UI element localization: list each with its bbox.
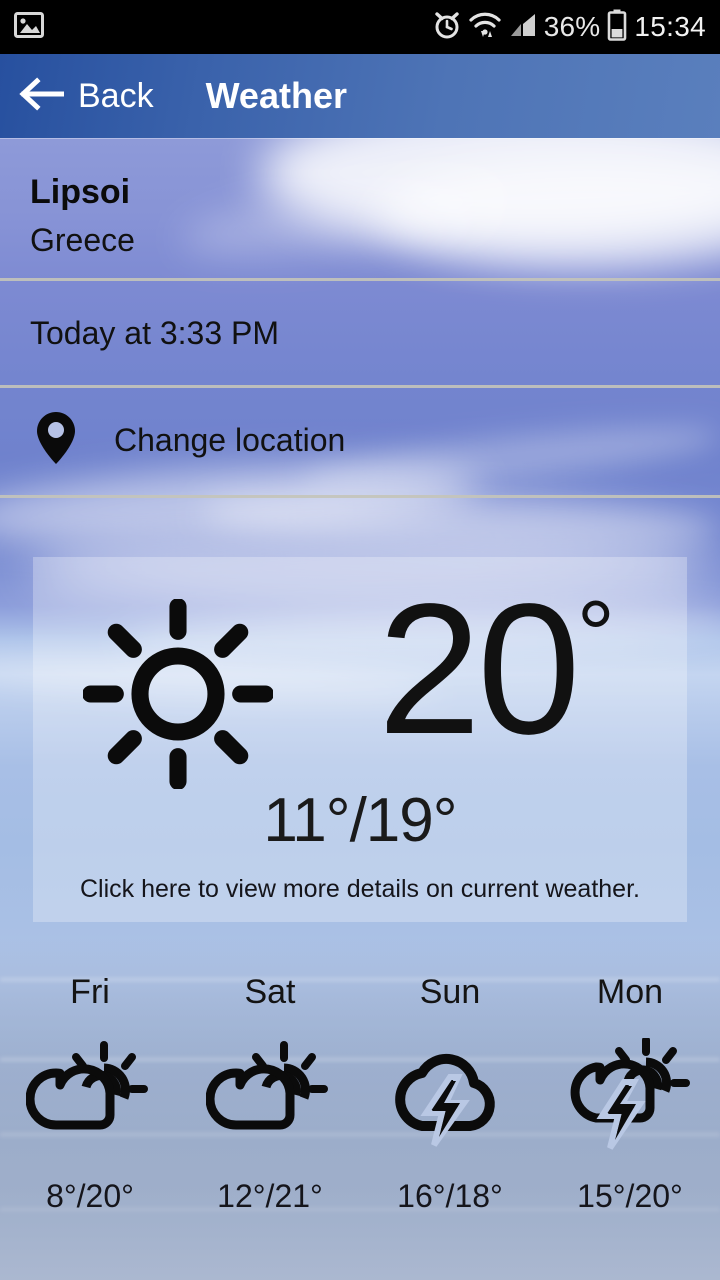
status-bar: 36% 15:34 — [0, 0, 720, 54]
observation-time-label: Today at 3:33 PM — [30, 314, 280, 351]
status-clock: 15:34 — [634, 11, 706, 42]
weather-screen: Lipsoi Greece Today at 3:33 PM Change lo… — [0, 0, 720, 1280]
forecast-low-high: 8°/20° — [46, 1178, 134, 1214]
forecast-low-high: 15°/20° — [577, 1178, 683, 1214]
battery-icon — [607, 9, 627, 46]
cloud-lightning-icon — [386, 1038, 514, 1156]
signal-bars-icon — [509, 12, 537, 43]
current-temperature-value: 20 — [377, 566, 581, 773]
location-country: Greece — [30, 222, 135, 259]
divider — [0, 495, 720, 498]
page-title: Weather — [205, 75, 347, 116]
current-low-high: 11°/19° — [263, 786, 457, 855]
observation-time-row: Today at 3:33 PM — [0, 281, 720, 385]
forecast-item[interactable]: Sun 16°/18° — [360, 973, 540, 1215]
sun-clear-icon — [82, 598, 274, 794]
location-row[interactable]: Lipsoi Greece — [0, 138, 720, 278]
battery-percent-label: 36% — [543, 11, 601, 42]
sun-behind-cloud-icon — [206, 1038, 334, 1156]
current-weather-hint: Click here to view more details on curre… — [80, 875, 640, 903]
sun-cloud-lightning-icon — [566, 1038, 694, 1156]
forecast-item[interactable]: Fri 8°/20° — [0, 973, 180, 1215]
current-weather-card[interactable]: 20° 11°/19° Click here to view more deta… — [33, 557, 687, 922]
sun-behind-cloud-icon — [26, 1038, 154, 1156]
forecast-day-label: Fri — [70, 973, 110, 1011]
back-button[interactable]: Back — [0, 77, 154, 116]
forecast-day-label: Mon — [596, 973, 664, 1011]
forecast-day-label: Sun — [419, 973, 481, 1011]
forecast-low-high: 16°/18° — [397, 1178, 503, 1214]
forecast-day-label: Sat — [244, 973, 296, 1011]
wifi-icon — [468, 11, 502, 44]
content-area: Lipsoi Greece Today at 3:33 PM Change lo… — [0, 138, 720, 1280]
location-city: Lipsoi — [30, 173, 131, 211]
back-button-label: Back — [78, 76, 154, 115]
action-bar: Back Weather — [0, 54, 720, 138]
forecast-item[interactable]: Sat 12°/21° — [180, 973, 360, 1215]
degree-symbol: ° — [576, 581, 615, 688]
current-temperature: 20° — [378, 577, 615, 763]
map-pin-icon — [35, 411, 77, 470]
change-location-row[interactable]: Change location — [0, 388, 720, 492]
forecast-item[interactable]: Mon 15°/20° — [540, 973, 720, 1215]
alarm-clock-icon — [433, 10, 461, 45]
arrow-left-icon — [18, 76, 65, 116]
current-weather-main: 20° — [33, 557, 687, 809]
change-location-label: Change location — [114, 421, 346, 458]
forecast-low-high: 12°/21° — [217, 1178, 323, 1214]
image-icon — [14, 11, 44, 43]
forecast-list: Fri 8°/20° Sat 12°/21° Sun 16°/18° Mon 1… — [0, 973, 720, 1215]
